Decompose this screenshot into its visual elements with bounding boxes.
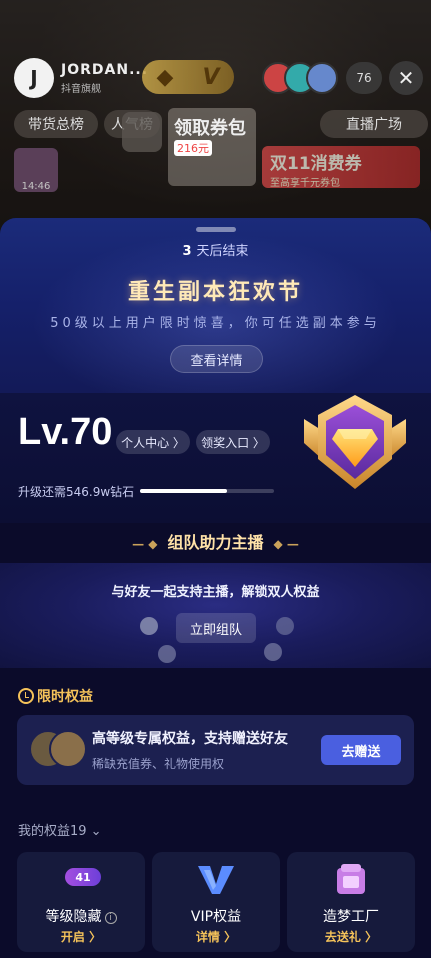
level-sheet: 3 天后结束 重生副本狂欢节 50级以上用户限时惊喜，你可任选副本参与 查看详情 … [0,218,431,958]
coupon-value: 216元 [174,140,212,156]
event-title: 重生副本狂欢节 [127,280,303,305]
video-thumbnail[interactable]: 14:46 [14,148,58,192]
limited-card-title: 高等级专属权益，支持赠送好友 [92,731,288,747]
team-card: 与好友一起支持主播，解锁双人权益 立即组队 [0,563,431,668]
upgrade-need-text: 升级还需546.9w钻石 [18,485,135,499]
level-medal-icon [304,395,406,489]
countdown-text: 天后结束 [196,244,249,259]
event-subtitle: 50级以上用户限时惊喜，你可任选副本参与 [50,316,381,331]
my-benefits-title: 我的权益19 [18,824,87,839]
avatar [264,643,282,661]
coupon-label: 领取券包 [174,118,246,139]
diamond-icon: ◆ [156,64,174,90]
avatar [158,645,176,663]
my-benefits-toggle[interactable]: 我的权益19 ⌄ [18,820,102,839]
viewer-count[interactable]: 76 [346,62,382,94]
level-section: Lv.70 个人中心 〉 领奖入口 〉 升级还需546.9w钻石 [0,393,431,523]
view-details-button[interactable]: 查看详情 [170,345,263,373]
benefit-action[interactable]: 详情 〉 [152,928,280,945]
info-icon[interactable]: i [104,912,117,924]
benefit-action[interactable]: 去送礼 〉 [287,928,415,945]
level-badge-icon: 41 [65,868,101,886]
benefit-vip[interactable]: VIP权益 详情 〉 [152,852,280,952]
thumb-time: 14:46 [21,181,51,192]
progress-fill [140,489,228,493]
team-title: 组队助力主播 [167,533,264,552]
brand-logo: J [14,58,54,98]
countdown-number: 3 [182,244,192,259]
brand-name: JORDAN... [61,61,149,78]
limited-benefit-card[interactable]: 高等级专属权益，支持赠送好友 稀缺充值券、礼物使用权 去赠送 [17,715,414,785]
shopping-bag-icon[interactable] [122,112,162,152]
chevron-down-icon: ⌄ [86,824,102,839]
team-heading: — ◆ 组队助力主播 ◆ — [132,533,299,552]
brand-header[interactable]: J JORDAN... 抖音旗舰 [14,58,162,98]
limited-card-subtitle: 稀缺充值券、礼物使用权 [92,757,225,771]
viewer-avatars[interactable] [262,62,344,94]
limited-title: 限时权益 [37,689,93,705]
event-hero: 3 天后结束 重生副本狂欢节 50级以上用户限时惊喜，你可任选副本参与 查看详情 [0,218,431,393]
promo-title: 双11消费券 [270,154,362,174]
team-description: 与好友一起支持主播，解锁双人权益 [111,585,320,600]
benefit-level-hide[interactable]: 41 等级隐藏 i 开启 〉 [17,852,145,952]
avatar [276,617,294,635]
form-team-button[interactable]: 立即组队 [176,613,256,643]
dream-factory-icon [337,864,365,894]
team-section: — ◆ 组队助力主播 ◆ — 与好友一起支持主播，解锁双人权益 立即组队 [0,523,431,668]
coupon-promo[interactable]: 领取券包 216元 [168,108,256,186]
limited-benefits-heading: 限时权益 [18,686,93,706]
benefit-action[interactable]: 开启 〉 [17,928,145,945]
avatar [140,617,158,635]
benefit-dream-factory[interactable]: 造梦工厂 去送礼 〉 [287,852,415,952]
sheet-handle[interactable] [196,227,236,232]
chip-sales-rank[interactable]: 带货总榜 [14,110,98,138]
promo-sub: 至高享千元券包 [270,178,340,189]
event-countdown: 3 天后结束 [0,240,431,259]
avatar [49,730,87,768]
alarm-clock-icon [18,688,34,704]
close-icon[interactable]: ✕ [389,61,423,95]
personal-center-button[interactable]: 个人中心 〉 [116,430,190,454]
gift-send-button[interactable]: 去赠送 [321,735,401,765]
brand-subtitle: 抖音旗舰 [61,83,101,95]
level-text: Lv.70 [18,411,113,453]
gift-avatars [29,730,87,768]
chip-live-square[interactable]: 直播广场 [320,110,428,138]
live-room-background: J JORDAN... 抖音旗舰 ◆V 76 ✕ 带货总榜 人气榜 直播广场 领… [0,0,431,240]
reward-entry-button[interactable]: 领奖入口 〉 [196,430,270,454]
double11-promo[interactable]: 双11消费券 至高享千元券包 [262,146,420,189]
benefit-label: 等级隐藏 [45,909,102,925]
benefit-label: VIP权益 [190,909,242,925]
v-icon: V [202,64,220,90]
vip-v-icon [198,866,234,894]
benefit-label: 造梦工厂 [323,909,379,925]
upgrade-progress-bar [140,489,274,493]
avatar [306,62,338,94]
vip-badge[interactable]: ◆ V [142,60,234,94]
